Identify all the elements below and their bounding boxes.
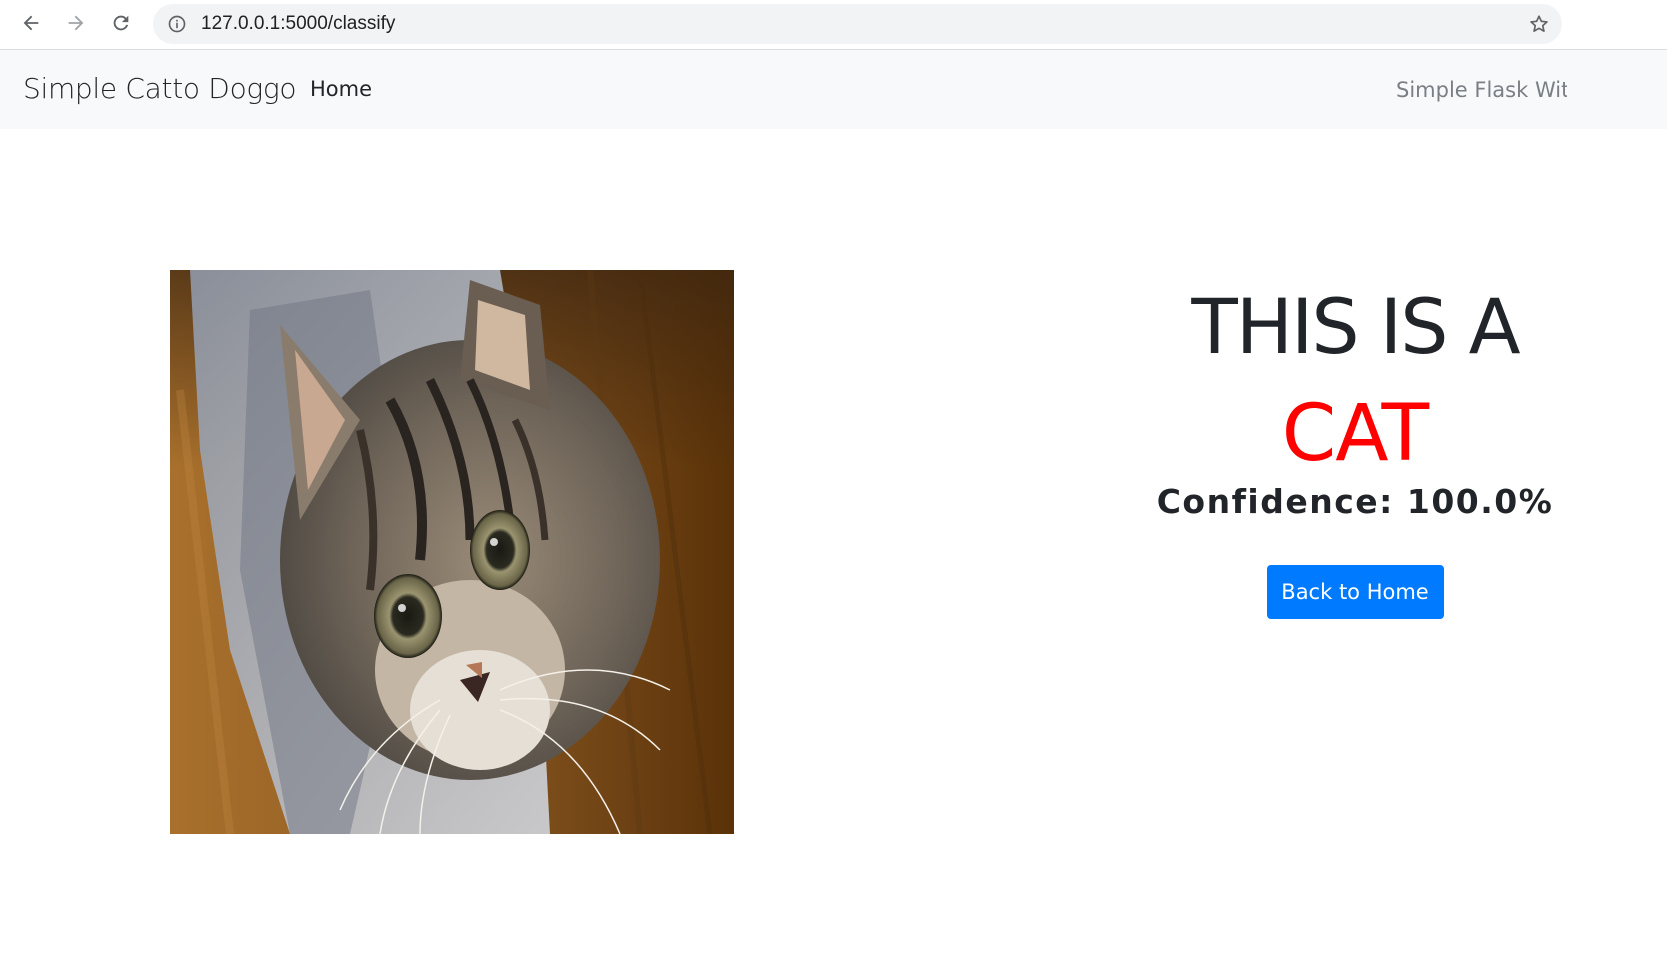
reload-icon — [113, 15, 129, 31]
url-text[interactable]: 127.0.0.1:5000/classify — [201, 4, 395, 44]
back-to-home-button[interactable]: Back to Home — [1266, 565, 1444, 619]
bookmark-star-icon[interactable] — [1528, 13, 1550, 35]
reload-button[interactable] — [106, 8, 136, 38]
back-button[interactable] — [16, 8, 46, 38]
forward-arrow-icon — [68, 15, 84, 31]
classified-cat-image — [170, 270, 734, 834]
back-arrow-icon — [23, 15, 39, 31]
predicted-label: CAT — [1281, 389, 1429, 479]
forward-button[interactable] — [61, 8, 91, 38]
navbar-brand[interactable]: Simple Catto Doggo — [23, 72, 297, 105]
result-heading: THIS IS A — [1191, 282, 1520, 371]
site-info-icon[interactable] — [167, 14, 187, 34]
address-bar[interactable]: 127.0.0.1:5000/classify — [153, 4, 1562, 44]
navbar-tagline: Simple Flask With — [1396, 78, 1567, 102]
nav-link-home[interactable]: Home — [310, 77, 372, 101]
browser-toolbar: 127.0.0.1:5000/classify — [0, 0, 1667, 50]
classification-result: THIS IS A CAT Confidence: 100.0% Back to… — [1140, 280, 1570, 619]
site-navbar: Simple Catto Doggo Home Simple Flask Wit… — [0, 50, 1667, 129]
confidence-score: Confidence: 100.0% — [1156, 482, 1554, 521]
